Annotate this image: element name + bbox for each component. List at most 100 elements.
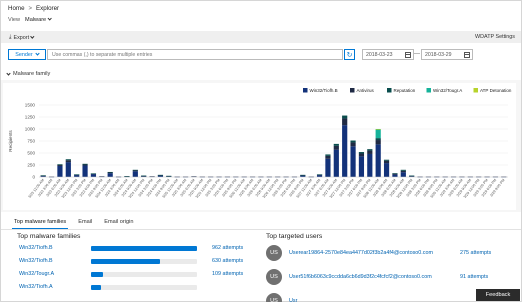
bar-segment[interactable] [40, 175, 46, 176]
tab-email-origin[interactable]: Email origin [98, 217, 139, 229]
bar-segment[interactable] [90, 174, 97, 177]
bar-segment[interactable] [82, 165, 88, 177]
bar-segment[interactable] [74, 174, 80, 175]
malware-family-toggle[interactable]: Malware family [6, 70, 50, 77]
start-date-field[interactable]: 2018-03-23 [362, 49, 414, 60]
chevron-down-icon [35, 51, 40, 56]
attempts-count-link[interactable]: 275 attempts [460, 250, 491, 256]
bar-segment[interactable] [400, 170, 406, 173]
attempts-count-link[interactable]: 109 attempts [212, 271, 243, 277]
bar-segment[interactable] [342, 115, 348, 119]
bar-segment[interactable] [57, 165, 63, 177]
user-email-link[interactable]: Usr [289, 298, 297, 302]
user-email-link[interactable]: Userear19864-2570e84ea4477d02f3b2a4f4@co… [289, 250, 433, 256]
bar-segment[interactable] [65, 159, 71, 161]
bar-segment[interactable] [400, 169, 406, 171]
bar-segment[interactable] [342, 125, 348, 177]
legend-label[interactable]: ATP Detonation [480, 88, 512, 93]
bar-segment[interactable] [124, 176, 130, 177]
malware-family-name-link[interactable]: Win32/Tiofh.B [19, 245, 53, 251]
attempts-bar [91, 272, 103, 277]
bar-segment[interactable] [141, 175, 147, 177]
bar-segment[interactable] [107, 173, 113, 177]
y-tick-label: 1500 [25, 103, 36, 108]
bar-segment[interactable] [383, 159, 390, 161]
legend-label[interactable]: Win32/Tiofh.B [310, 88, 338, 93]
bar-segment[interactable] [132, 170, 138, 172]
bar-segment[interactable] [57, 164, 63, 165]
wdatp-settings-link[interactable]: WDATP Settings [475, 34, 515, 40]
feedback-button[interactable]: Feedback [476, 289, 520, 301]
bar-segment[interactable] [333, 143, 339, 146]
bar-segment[interactable] [350, 140, 356, 143]
bar-segment[interactable] [300, 174, 306, 176]
bar-segment[interactable] [342, 118, 348, 126]
bar-segment[interactable] [333, 149, 339, 177]
avatar: US [266, 293, 282, 302]
bar-segment[interactable] [65, 162, 71, 177]
malware-family-chart: 1500 1250 1000 750 500 250 0 Recipients Win32/Ti… [8, 88, 512, 199]
user-email-link[interactable]: User51f6b6063c9ccdda6cb6d9d3f2c4fcfcf2@c… [289, 274, 432, 280]
malware-family-name-link[interactable]: Win32/Tougr.A [19, 271, 54, 277]
bar-segment[interactable] [367, 150, 373, 154]
attempts-count-link[interactable]: 91 attempts [460, 274, 488, 280]
legend-label[interactable]: Win32/Tougr.A [433, 88, 462, 93]
bar-segment[interactable] [157, 174, 164, 176]
bar-segment[interactable] [65, 160, 71, 163]
view-selected: Malware [25, 17, 47, 23]
bar-segment[interactable] [383, 160, 390, 164]
view-row: View Malware [8, 16, 53, 23]
bar-segment[interactable] [358, 153, 365, 157]
refresh-button[interactable]: ↻ [344, 49, 355, 60]
bar-segment[interactable] [333, 145, 339, 150]
bar-segment[interactable] [392, 174, 398, 177]
breadcrumb-home[interactable]: Home [8, 5, 25, 12]
tab-email[interactable]: Email [72, 217, 98, 229]
bar-segment[interactable] [400, 172, 406, 177]
bar-segment[interactable] [358, 152, 365, 154]
attempts-count-link[interactable]: 962 attempts [212, 245, 243, 251]
search-input[interactable]: Use commas (,) to separate multiple entr… [47, 49, 343, 60]
bar-segment[interactable] [375, 140, 381, 145]
calendar-icon [464, 52, 470, 58]
bar-segment[interactable] [82, 164, 88, 166]
bar-segment[interactable] [392, 173, 398, 174]
targeted-user-row: US User51f6b6063c9ccdda6cb6d9d3f2c4fcfcf2… [266, 269, 516, 285]
bar-segment[interactable] [57, 165, 63, 166]
sender-filter-dropdown[interactable]: Sender [8, 49, 46, 60]
legend-label[interactable]: Antivirus [357, 88, 375, 93]
bar-segment[interactable] [166, 175, 172, 177]
bar-segment[interactable] [325, 155, 331, 159]
bar-segment[interactable] [375, 144, 381, 177]
attempts-count-link[interactable]: 630 attempts [212, 258, 243, 264]
export-button[interactable]: ⤓ Export [9, 34, 35, 41]
bar-segment[interactable] [375, 129, 381, 139]
bar-segment[interactable] [82, 163, 88, 165]
targeted-user-row: US Userear19864-2570e84ea4477d02f3b2a4f4@… [266, 245, 516, 261]
avatar: US [266, 269, 282, 285]
bar-segment[interactable] [367, 149, 373, 151]
bar-segment[interactable] [375, 138, 381, 141]
bar-segment[interactable] [350, 146, 356, 177]
malware-family-name-link[interactable]: Win32/Tiofh.A [19, 284, 53, 290]
bar-segment[interactable] [132, 169, 138, 171]
malware-family-name-link[interactable]: Win32/Tiofh.B [19, 258, 53, 264]
bar-segment[interactable] [90, 173, 97, 174]
bar-segment[interactable] [350, 142, 356, 147]
bar-segment[interactable] [107, 171, 113, 173]
bar-segment[interactable] [325, 154, 331, 156]
bar-segment[interactable] [392, 173, 398, 175]
bar-segment[interactable] [358, 156, 365, 177]
legend-label[interactable]: Reputation [394, 88, 416, 93]
bar-segment[interactable] [383, 163, 390, 177]
bar-segment[interactable] [367, 153, 373, 177]
bar-segment[interactable] [409, 175, 415, 177]
bar-segment[interactable] [325, 158, 331, 177]
view-dropdown[interactable]: Malware [25, 16, 53, 23]
bar-segment[interactable] [132, 171, 138, 177]
chevron-down-icon [6, 70, 11, 76]
tab-top-malware-families[interactable]: Top malware families [8, 217, 72, 229]
bar-segment[interactable] [375, 129, 381, 130]
bar-segment[interactable] [316, 174, 323, 175]
end-date-field[interactable]: 2018-03-29 [421, 49, 473, 60]
